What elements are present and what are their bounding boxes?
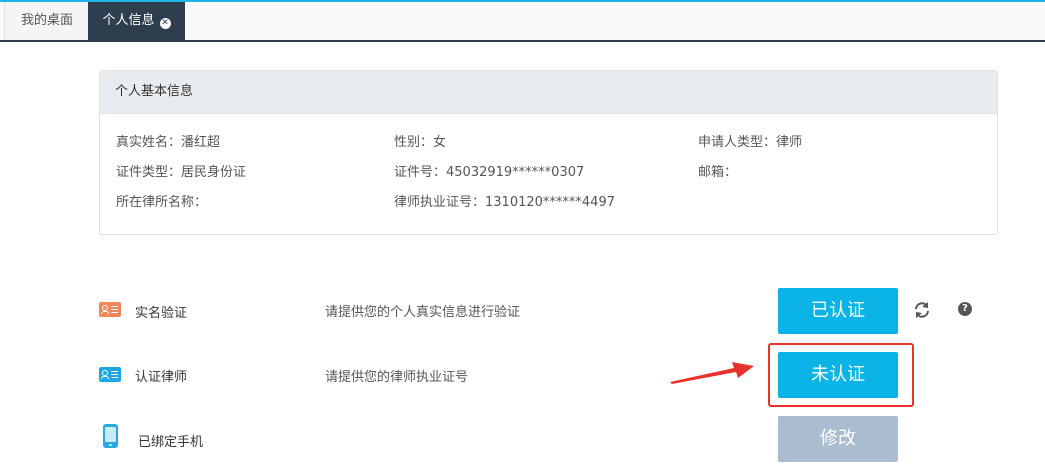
tab-label: 我的桌面 [20,13,73,28]
unverified-button[interactable]: 未认证 [778,352,898,398]
verified-button[interactable]: 已认证 [778,288,898,334]
row-label-real-name-verify: 实名验证 [135,306,188,321]
panel-title: 个人基本信息 [100,71,997,114]
modify-button[interactable]: 修改 [778,416,898,462]
tab-bar: 我的桌面 个人信息 ✕ [0,2,1045,42]
id-card-icon [99,367,121,382]
tab-personal-info[interactable]: 个人信息 ✕ [88,2,185,40]
question-circle-icon[interactable]: ? [958,302,972,316]
red-arrow-annotation [670,362,754,384]
field-email: 邮箱： [698,165,738,180]
refresh-icon[interactable] [912,300,932,320]
field-law-firm: 所在律所名称： [116,195,208,210]
tab-my-desktop[interactable]: 我的桌面 [4,2,90,40]
field-id-type: 证件类型：居民身份证 [116,165,247,180]
row-label-bound-phone: 已绑定手机 [138,435,204,450]
tab-label: 个人信息 [102,13,155,28]
phone-icon [103,424,118,448]
row-desc-lawyer-certify: 请提供您的律师执业证号 [325,370,469,385]
row-label-lawyer-certify: 认证律师 [135,370,188,385]
id-card-icon [99,302,121,317]
field-real-name: 真实姓名：潘红超 [116,135,221,150]
field-license-number: 律师执业证号：1310120******4497 [394,195,615,210]
field-id-number: 证件号：45032919******0307 [394,165,585,180]
field-applicant-type: 申请人类型：律师 [698,135,803,150]
row-desc-real-name-verify: 请提供您的个人真实信息进行验证 [325,305,521,320]
personal-info-panel: 个人基本信息 真实姓名：潘红超 性别：女 申请人类型：律师 证件类型：居民身份证… [99,70,998,235]
close-icon[interactable]: ✕ [159,18,171,29]
field-gender: 性别：女 [394,135,447,150]
